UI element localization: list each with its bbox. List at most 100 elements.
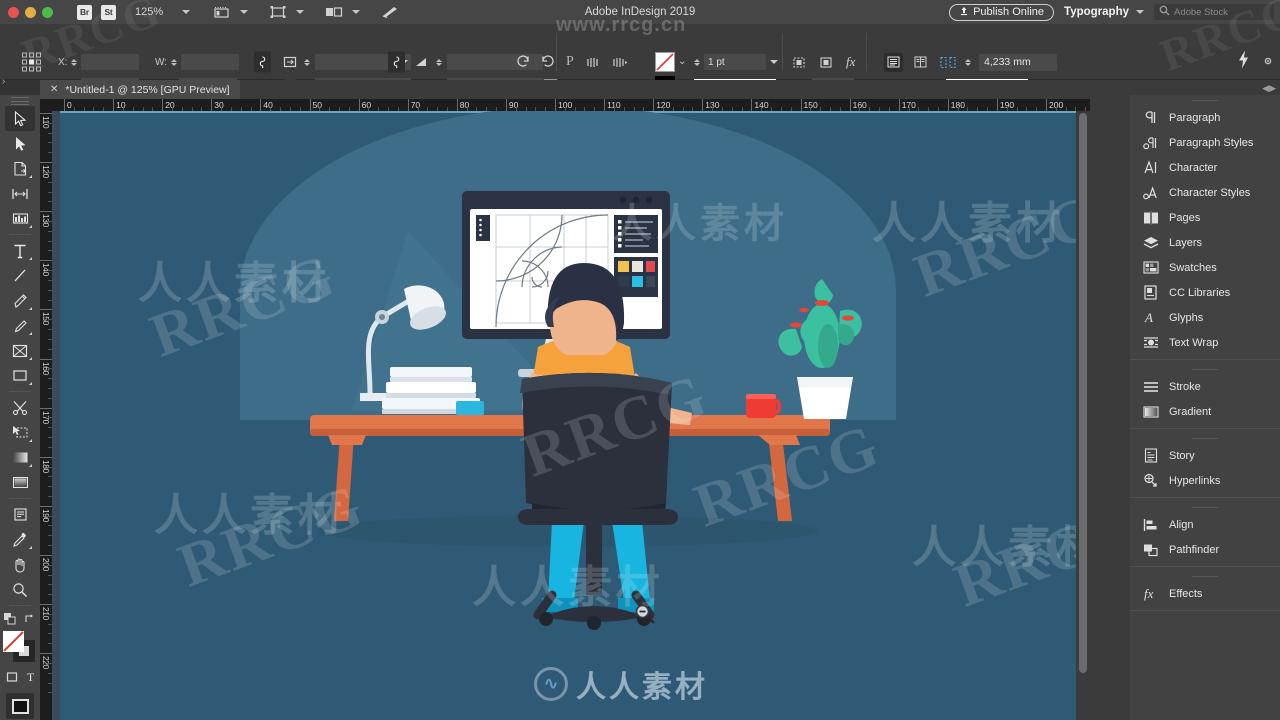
ref-pt[interactable] (36, 66, 41, 72)
constrain-scale-toggle[interactable] (388, 51, 405, 73)
panel-dock-item-character[interactable]: Character (1130, 155, 1280, 180)
fill-frame-proportionally-icon[interactable] (819, 56, 833, 69)
panel-group-grip[interactable] (1130, 433, 1280, 443)
text-frame-two-column-icon[interactable] (911, 53, 930, 72)
view-options-chevron-icon[interactable] (240, 10, 249, 14)
sidebar-item-scissors-tool[interactable] (5, 395, 35, 420)
zoom-dropdown-chevron-icon[interactable] (182, 10, 191, 14)
sidebar-item-free-transform-tool[interactable] (5, 420, 35, 445)
sync-settings-icon[interactable] (381, 5, 399, 19)
panel-dock-item-stroke[interactable]: Stroke (1130, 374, 1280, 399)
apply-color-button[interactable] (6, 693, 34, 719)
panel-dock-item-story[interactable]: Story (1130, 443, 1280, 468)
ref-pt[interactable] (22, 59, 27, 65)
arrange-chevron-icon[interactable] (352, 10, 361, 14)
stroke-options-chevron-icon[interactable]: ⌄ (678, 56, 686, 67)
panel-dock-grip[interactable] (1130, 95, 1280, 105)
fit-content-proportionally-icon[interactable] (792, 56, 806, 69)
sidebar-item-hand-tool[interactable] (5, 552, 35, 577)
panel-group-grip[interactable] (1130, 364, 1280, 374)
panel-dock-item-hyperlinks[interactable]: Hyperlinks (1130, 468, 1280, 493)
publish-online-button[interactable]: Publish Online (949, 3, 1055, 21)
vertical-scrollbar[interactable] (1076, 111, 1090, 720)
sidebar-item-selection-tool[interactable] (5, 106, 35, 131)
ref-pt[interactable] (22, 52, 27, 58)
ref-pt[interactable] (36, 59, 41, 65)
panel-dock-item-text-wrap[interactable]: Text Wrap (1130, 330, 1280, 355)
panel-group-grip[interactable] (1130, 571, 1280, 581)
artwork-illustration[interactable] (52, 111, 1082, 720)
quick-apply-icon[interactable] (1237, 50, 1250, 75)
scale-x-icon[interactable] (280, 53, 299, 72)
panel-dock-item-paragraph[interactable]: Paragraph (1130, 105, 1280, 130)
sidebar-item-pen-tool[interactable] (5, 288, 35, 313)
gutter-stepper[interactable] (965, 58, 971, 66)
sidebar-item-type-tool[interactable] (5, 238, 35, 263)
sidebar-item-gradient-feather-tool[interactable] (5, 470, 35, 495)
bridge-icon[interactable]: Br (77, 4, 92, 20)
ref-pt-center[interactable] (29, 59, 34, 65)
toolbar-grip[interactable] (11, 97, 29, 105)
screen-mode-icon[interactable] (269, 5, 287, 19)
select-content-icon[interactable] (612, 56, 628, 69)
w-stepper[interactable] (171, 58, 178, 66)
ref-pt[interactable] (22, 66, 27, 72)
arrange-documents-icon[interactable] (325, 6, 343, 18)
sidebar-item-note-tool[interactable] (5, 502, 35, 527)
control-bar-expand-icon[interactable]: › (2, 76, 5, 87)
panel-dock-item-pages[interactable]: Pages (1130, 205, 1280, 230)
constrain-proportions-toggle[interactable] (254, 51, 271, 73)
effects-fx-icon[interactable]: fx (846, 54, 855, 70)
scrollbar-thumb[interactable] (1079, 113, 1087, 673)
stroke-color-swatch[interactable] (655, 52, 675, 72)
sidebar-item-pencil-tool[interactable] (5, 313, 35, 338)
panel-dock-item-glyphs[interactable]: A Glyphs (1130, 305, 1280, 330)
select-container-icon[interactable] (586, 56, 600, 69)
vertical-ruler[interactable]: 110 120 130 140 150 160 170 180 190 200 210 220 (40, 111, 52, 720)
swap-fill-stroke-icon[interactable] (24, 613, 36, 625)
sidebar-item-line-tool[interactable] (5, 263, 35, 288)
panel-dock-item-pathfinder[interactable]: Pathfinder (1130, 537, 1280, 562)
minimize-window-button[interactable] (25, 6, 36, 18)
default-fill-stroke-icon[interactable] (4, 613, 16, 625)
formatting-affects-container-icon[interactable] (6, 671, 18, 683)
ref-pt[interactable] (29, 66, 34, 72)
zoom-level-value[interactable]: 125% (135, 6, 163, 18)
w-input[interactable] (181, 54, 240, 70)
document-tab[interactable]: ✕ *Untitled-1 @ 125% [GPU Preview] (40, 80, 240, 99)
horizontal-ruler[interactable]: 0 10 20 30 40 50 60 70 80 90 100 110 120 130 140 150 160… (40, 99, 1136, 111)
paragraph-mark-icon[interactable]: P (566, 54, 574, 70)
stroke-weight-stepper[interactable] (694, 58, 700, 66)
formatting-affects-text-icon[interactable]: T (27, 670, 34, 685)
panel-group-grip[interactable] (1130, 502, 1280, 512)
column-gutter-icon[interactable] (938, 53, 957, 72)
close-window-button[interactable] (8, 6, 19, 18)
sidebar-item-eyedropper-tool[interactable] (5, 527, 35, 552)
panel-dock-item-effects[interactable]: fx Effects (1130, 581, 1280, 606)
rotation-stepper[interactable] (436, 58, 442, 66)
x-input[interactable] (81, 54, 140, 70)
sidebar-item-gradient-swatch-tool[interactable] (5, 445, 35, 470)
view-options-icon[interactable] (213, 5, 231, 19)
workspace-chevron-icon[interactable] (1136, 10, 1144, 14)
sidebar-item-direct-selection-tool[interactable] (5, 131, 35, 156)
control-panel-menu-gear-icon[interactable] (1262, 54, 1274, 72)
rotate-clockwise-icon[interactable] (516, 55, 531, 69)
workspace-switcher-label[interactable]: Typography (1064, 6, 1129, 18)
reference-point-selector[interactable] (22, 52, 41, 72)
panel-dock-item-paragraph-styles[interactable]: Paragraph Styles (1130, 130, 1280, 155)
stock-icon[interactable]: St (101, 4, 116, 20)
ref-pt[interactable] (36, 52, 41, 58)
gutter-input[interactable]: 4,233 mm (979, 53, 1057, 71)
panel-dock-item-gradient[interactable]: Gradient (1130, 399, 1280, 424)
maximize-window-button[interactable] (42, 6, 53, 18)
screen-mode-chevron-icon[interactable] (296, 10, 305, 14)
close-icon[interactable]: ✕ (50, 84, 58, 95)
sidebar-item-gap-tool[interactable] (5, 181, 35, 206)
stroke-weight-chevron-icon[interactable] (770, 60, 778, 64)
canvas-area[interactable]: RRCG 人人素材 RRCG 人人素材 RRCG 人人素材 RRCG RRCG … (52, 111, 1130, 720)
tab-scroll-arrows[interactable]: ◀▶ (1262, 83, 1276, 94)
sidebar-item-frame-tool[interactable] (5, 338, 35, 363)
scale-x-stepper[interactable] (304, 58, 310, 66)
rotate-counterclockwise-icon[interactable] (540, 55, 555, 69)
